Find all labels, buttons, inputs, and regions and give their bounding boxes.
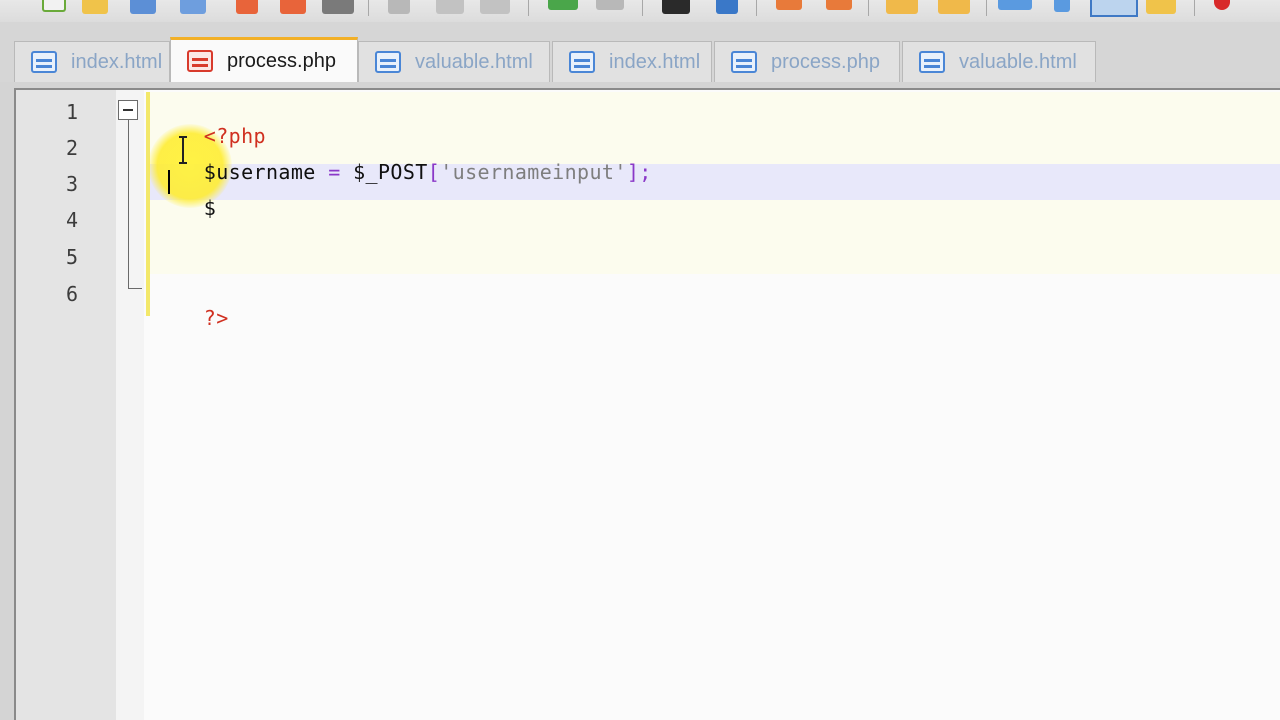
bracket-open: [ <box>427 160 441 184</box>
line-number: 3 <box>65 172 78 196</box>
word-wrap-icon[interactable] <box>998 0 1032 10</box>
toolbar-separator <box>756 0 757 16</box>
string-literal: 'usernameinput' <box>440 160 627 184</box>
paste-icon[interactable] <box>480 0 510 14</box>
tab-index-html[interactable]: index.html <box>14 41 170 82</box>
find-icon[interactable] <box>662 0 690 14</box>
cut-icon[interactable] <box>388 0 410 14</box>
replace-icon[interactable] <box>716 0 738 14</box>
toolbar-separator <box>368 0 369 16</box>
fold-margin <box>116 90 144 720</box>
toolbar-separator <box>642 0 643 16</box>
file-saved-icon <box>375 51 401 73</box>
tab-label: process.php <box>771 50 880 73</box>
open-folder-icon[interactable] <box>82 0 108 14</box>
save-all-icon[interactable] <box>180 0 206 14</box>
fold-line-end <box>128 288 142 289</box>
toolbar-separator <box>528 0 529 16</box>
tab-label: index.html <box>609 50 701 73</box>
redo-icon[interactable] <box>596 0 624 10</box>
ibeam-cursor-icon <box>179 136 187 164</box>
fold-line <box>128 120 129 288</box>
tab-label: valuable.html <box>959 50 1077 73</box>
tab-index-html[interactable]: index.html <box>552 41 712 82</box>
code-line-6: ?> <box>154 282 229 354</box>
php-block-marker <box>146 92 150 316</box>
close-icon[interactable] <box>236 0 258 14</box>
tab-bar: index.html process.php valuable.html ind… <box>0 22 1280 82</box>
undo-icon[interactable] <box>548 0 578 10</box>
file-saved-icon <box>919 51 945 73</box>
record-macro-icon[interactable] <box>1214 0 1230 10</box>
file-unsaved-icon <box>187 50 213 72</box>
zoom-out-icon[interactable] <box>826 0 852 10</box>
file-saved-icon <box>569 51 595 73</box>
line-number: 6 <box>65 282 78 306</box>
new-file-icon[interactable] <box>42 0 66 12</box>
tab-valuable-html[interactable]: valuable.html <box>902 41 1096 82</box>
file-saved-icon <box>31 51 57 73</box>
tab-label: process.php <box>227 49 336 72</box>
fold-collapse-toggle[interactable] <box>118 100 138 120</box>
php-close-tag: ?> <box>203 306 229 330</box>
line-number: 4 <box>65 208 78 232</box>
file-saved-icon <box>731 51 757 73</box>
close-all-icon[interactable] <box>280 0 306 14</box>
tab-process-php-active[interactable]: process.php <box>170 37 358 82</box>
tab-process-php[interactable]: process.php <box>714 41 900 82</box>
superglobal-post: $_POST <box>353 160 428 184</box>
bracket-close: ]; <box>626 160 652 184</box>
tab-label: valuable.html <box>415 50 533 73</box>
zoom-in-icon[interactable] <box>776 0 802 10</box>
code-line-2: $username = $_POST['usernameinput']; <box>154 136 652 208</box>
variable-username: $username <box>203 160 316 184</box>
assign-operator: = <box>315 160 354 184</box>
toolbar <box>0 0 1280 22</box>
toolbar-separator <box>868 0 869 16</box>
line-number: 2 <box>65 136 78 160</box>
tab-valuable-html[interactable]: valuable.html <box>358 41 550 82</box>
indent-guide-toggle-button[interactable] <box>1090 0 1138 17</box>
save-icon[interactable] <box>130 0 156 14</box>
show-all-chars-icon[interactable] <box>1054 0 1070 12</box>
toolbar-separator <box>1194 0 1195 16</box>
typing-text: $ <box>203 196 217 220</box>
code-line-3: $ <box>154 172 216 244</box>
print-icon[interactable] <box>322 0 354 14</box>
user-language-icon[interactable] <box>1146 0 1176 14</box>
line-number: 1 <box>65 100 78 124</box>
line-number: 5 <box>65 245 78 269</box>
code-editor[interactable]: 1 2 3 4 5 6 <?php $username = $_POST['us… <box>14 88 1280 720</box>
copy-icon[interactable] <box>436 0 464 14</box>
tab-label: index.html <box>71 50 163 73</box>
toolbar-separator <box>986 0 987 16</box>
sync-scroll-v-icon[interactable] <box>886 0 918 14</box>
line-number-gutter: 1 2 3 4 5 6 <box>16 90 116 720</box>
text-caret <box>168 170 170 194</box>
sync-scroll-h-icon[interactable] <box>938 0 970 14</box>
